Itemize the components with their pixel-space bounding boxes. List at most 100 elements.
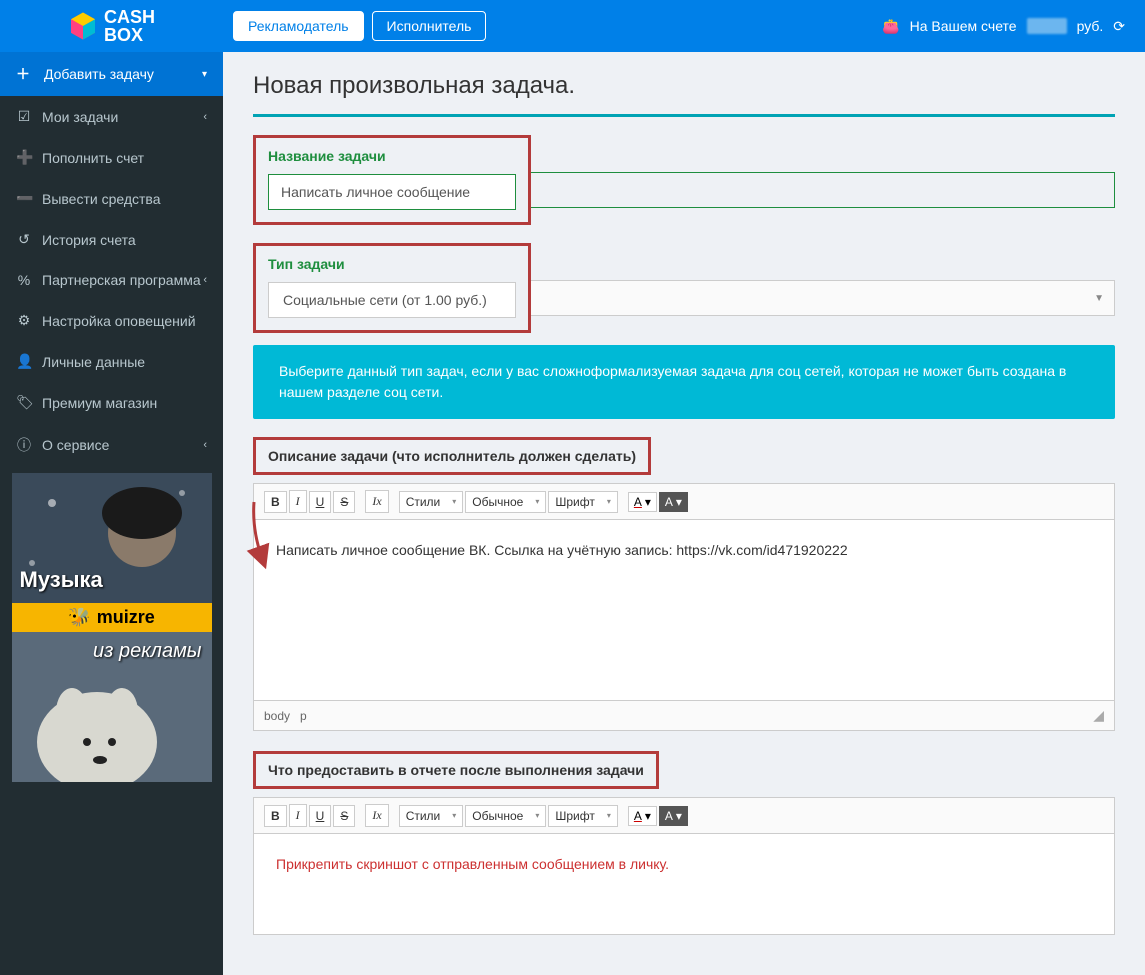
- sidebar-item-notifications[interactable]: ⚙ Настройка оповещений: [0, 300, 223, 341]
- balance-label: На Вашем счете: [910, 18, 1017, 34]
- text-color-button[interactable]: A▾: [628, 492, 657, 512]
- strike-button[interactable]: S: [333, 491, 355, 513]
- editor-toolbar: B I U S Ix Стили▾ Обычное▾ Шрифт▾ A▾ A▾: [254, 484, 1114, 520]
- sidebar-item-topup[interactable]: ➕ Пополнить счет: [0, 137, 223, 178]
- promo-text-ads: из рекламы: [93, 640, 202, 663]
- clear-format-button[interactable]: Ix: [365, 804, 388, 827]
- user-icon: 👤: [16, 353, 32, 370]
- italic-button[interactable]: I: [289, 804, 307, 827]
- underline-button[interactable]: U: [309, 491, 332, 513]
- promo-banner[interactable]: Музыка 🐝muizre из рекламы: [12, 473, 212, 782]
- chevron-left-icon: ‹: [203, 439, 207, 451]
- bg-color-button[interactable]: A▾: [659, 806, 688, 826]
- chevron-left-icon: ‹: [203, 111, 207, 123]
- sidebar-item-label: Мои задачи: [42, 109, 118, 125]
- description-heading: Описание задачи (что исполнитель должен …: [253, 437, 651, 475]
- description-text: Написать личное сообщение ВК. Ссылка на …: [276, 542, 848, 558]
- task-name-block: Название задачи: [253, 135, 531, 225]
- plus-icon: ＋: [16, 64, 30, 84]
- task-type-value: Социальные сети (от 1.00 руб.): [283, 292, 487, 308]
- sidebar-item-label: Партнерская программа: [42, 272, 201, 288]
- minus-square-icon: ➖: [16, 190, 32, 207]
- bug-icon: 🐝: [68, 607, 90, 627]
- logo-text: CASH BOX: [104, 8, 155, 44]
- promo-image-top: Музыка: [12, 473, 212, 603]
- history-icon: ↺: [16, 231, 32, 248]
- sidebar-item-label: Настройка оповещений: [42, 313, 196, 329]
- percent-icon: %: [16, 272, 32, 288]
- format-dropdown[interactable]: Обычное▾: [465, 491, 546, 513]
- add-task-button[interactable]: ＋ Добавить задачу ▾: [0, 52, 223, 96]
- report-textarea[interactable]: Прикрепить скриншот с отправленным сообщ…: [254, 834, 1114, 934]
- info-icon: ⓘ: [16, 435, 32, 455]
- sidebar-item-history[interactable]: ↺ История счета: [0, 219, 223, 260]
- task-type-select-extension[interactable]: ▼: [531, 280, 1115, 316]
- add-task-label: Добавить задачу: [44, 66, 154, 82]
- sidebar-item-label: Пополнить счет: [42, 150, 144, 166]
- text-color-button[interactable]: A▾: [628, 806, 657, 826]
- caret-down-icon: ▾: [202, 69, 207, 80]
- font-dropdown[interactable]: Шрифт▾: [548, 491, 618, 513]
- advertiser-button[interactable]: Рекламодатель: [233, 11, 364, 41]
- editor-toolbar: B I U S Ix Стили▾ Обычное▾ Шрифт▾ A▾ A▾: [254, 798, 1114, 834]
- top-header: CASH BOX Рекламодатель Исполнитель 👛 На …: [0, 0, 1145, 52]
- info-message: Выберите данный тип задач, если у вас сл…: [253, 345, 1115, 419]
- promo-text-music: Музыка: [20, 567, 103, 593]
- report-text: Прикрепить скриншот с отправленным сообщ…: [276, 856, 669, 872]
- bold-button[interactable]: B: [264, 805, 287, 827]
- balance-amount: [1027, 18, 1067, 34]
- task-name-input[interactable]: [268, 174, 516, 210]
- report-editor: B I U S Ix Стили▾ Обычное▾ Шрифт▾ A▾ A▾ …: [253, 797, 1115, 935]
- task-type-select[interactable]: Социальные сети (от 1.00 руб.): [268, 282, 516, 318]
- sidebar-item-about[interactable]: ⓘ О сервисе ‹: [0, 423, 223, 467]
- task-type-block: Тип задачи Социальные сети (от 1.00 руб.…: [253, 243, 531, 333]
- title-divider: [253, 114, 1115, 117]
- promo-image-bottom: из рекламы: [12, 632, 212, 782]
- page-title: Новая произвольная задача.: [253, 72, 1115, 100]
- italic-button[interactable]: I: [289, 490, 307, 513]
- wallet-icon: 👛: [882, 18, 899, 35]
- clear-format-button[interactable]: Ix: [365, 490, 388, 513]
- bg-color-button[interactable]: A▾: [659, 492, 688, 512]
- styles-dropdown[interactable]: Стили▾: [399, 805, 464, 827]
- description-textarea[interactable]: Написать личное сообщение ВК. Ссылка на …: [254, 520, 1114, 700]
- underline-button[interactable]: U: [309, 805, 332, 827]
- task-type-label: Тип задачи: [268, 256, 516, 272]
- sidebar-item-label: Личные данные: [42, 354, 145, 370]
- sidebar: ＋ Добавить задачу ▾ ☑ Мои задачи ‹ ➕ Поп…: [0, 52, 223, 975]
- sidebar-item-my-tasks[interactable]: ☑ Мои задачи ‹: [0, 96, 223, 137]
- footer-body-tag[interactable]: body: [264, 709, 290, 723]
- editor-footer: body p ◢: [254, 700, 1114, 730]
- report-heading: Что предоставить в отчете после выполнен…: [253, 751, 659, 789]
- format-dropdown[interactable]: Обычное▾: [465, 805, 546, 827]
- sliders-icon: ⚙: [16, 312, 32, 329]
- task-name-label: Название задачи: [268, 148, 516, 164]
- balance-currency: руб.: [1077, 18, 1104, 34]
- sidebar-item-label: Вывести средства: [42, 191, 161, 207]
- sidebar-item-label: Премиум магазин: [42, 395, 157, 411]
- sidebar-item-withdraw[interactable]: ➖ Вывести средства: [0, 178, 223, 219]
- description-editor: B I U S Ix Стили▾ Обычное▾ Шрифт▾ A▾ A▾: [253, 483, 1115, 731]
- main-content: Новая произвольная задача. Название зада…: [223, 52, 1145, 975]
- chevron-left-icon: ‹: [203, 274, 207, 286]
- logo[interactable]: CASH BOX: [0, 0, 223, 52]
- resize-handle-icon[interactable]: ◢: [1093, 707, 1104, 724]
- plus-square-icon: ➕: [16, 149, 32, 166]
- sidebar-item-profile[interactable]: 👤 Личные данные: [0, 341, 223, 382]
- sidebar-item-label: О сервисе: [42, 437, 109, 453]
- check-icon: ☑: [16, 108, 32, 125]
- promo-brand-band: 🐝muizre: [12, 603, 212, 632]
- logo-cube-icon: [68, 11, 98, 41]
- footer-p-tag[interactable]: p: [300, 709, 307, 723]
- sidebar-item-partner[interactable]: % Партнерская программа ‹: [0, 260, 223, 300]
- task-name-input-extension[interactable]: [531, 172, 1115, 208]
- tag-icon: 🏷: [16, 394, 32, 411]
- dropdown-caret-icon: ▼: [1094, 293, 1104, 304]
- refresh-icon[interactable]: ⟳: [1113, 18, 1125, 35]
- executor-button[interactable]: Исполнитель: [372, 11, 487, 41]
- font-dropdown[interactable]: Шрифт▾: [548, 805, 618, 827]
- strike-button[interactable]: S: [333, 805, 355, 827]
- sidebar-item-premium[interactable]: 🏷 Премиум магазин: [0, 382, 223, 423]
- styles-dropdown[interactable]: Стили▾: [399, 491, 464, 513]
- annotation-arrow-icon: [246, 500, 276, 570]
